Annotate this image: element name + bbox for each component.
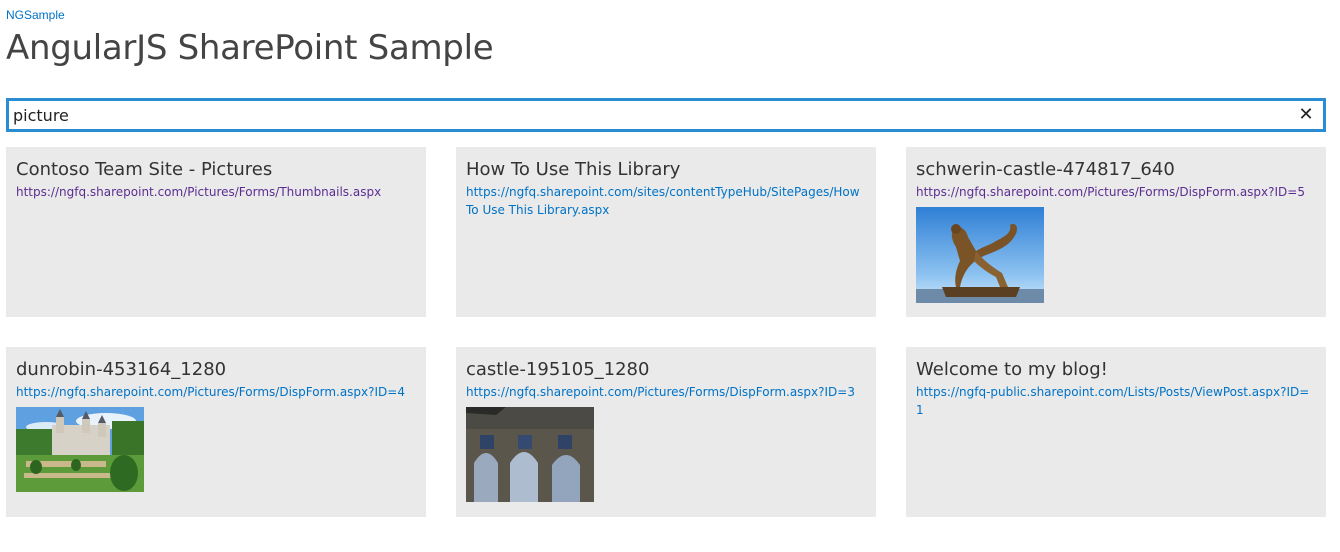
result-title: How To Use This Library xyxy=(466,159,681,180)
site-link[interactable]: NGSample xyxy=(6,8,65,22)
result-link[interactable]: https://ngfq-public.sharepoint.com/Lists… xyxy=(916,383,1316,419)
result-card[interactable]: Welcome to my blog! https://ngfq-public.… xyxy=(906,347,1326,517)
result-title: castle-195105_1280 xyxy=(466,359,650,380)
result-link[interactable]: https://ngfq.sharepoint.com/Pictures/For… xyxy=(466,383,866,401)
result-card[interactable]: castle-195105_1280 https://ngfq.sharepoi… xyxy=(456,347,876,517)
result-card[interactable]: schwerin-castle-474817_640 https://ngfq.… xyxy=(906,147,1326,317)
result-link[interactable]: https://ngfq.sharepoint.com/sites/conten… xyxy=(466,183,866,219)
search-box: ✕ xyxy=(6,98,1326,132)
result-link[interactable]: https://ngfq.sharepoint.com/Pictures/For… xyxy=(916,183,1316,201)
result-title: Welcome to my blog! xyxy=(916,359,1108,380)
result-link[interactable]: https://ngfq.sharepoint.com/Pictures/For… xyxy=(16,383,416,401)
result-card[interactable]: dunrobin-453164_1280 https://ngfq.sharep… xyxy=(6,347,426,517)
result-card[interactable]: Contoso Team Site - Pictures https://ngf… xyxy=(6,147,426,317)
castle-garden-thumbnail[interactable] xyxy=(16,407,144,492)
statue-thumbnail[interactable] xyxy=(916,207,1044,303)
result-card[interactable]: How To Use This Library https://ngfq.sha… xyxy=(456,147,876,317)
search-input[interactable] xyxy=(13,104,1283,126)
result-link[interactable]: https://ngfq.sharepoint.com/Pictures/For… xyxy=(16,183,416,201)
result-title: dunrobin-453164_1280 xyxy=(16,359,227,380)
page: NGSample AngularJS SharePoint Sample ✕ C… xyxy=(0,0,1340,552)
clear-search-icon[interactable]: ✕ xyxy=(1295,103,1317,127)
result-title: schwerin-castle-474817_640 xyxy=(916,159,1175,180)
page-title: AngularJS SharePoint Sample xyxy=(6,28,494,68)
result-title: Contoso Team Site - Pictures xyxy=(16,159,273,180)
castle-ruin-thumbnail[interactable] xyxy=(466,407,594,502)
